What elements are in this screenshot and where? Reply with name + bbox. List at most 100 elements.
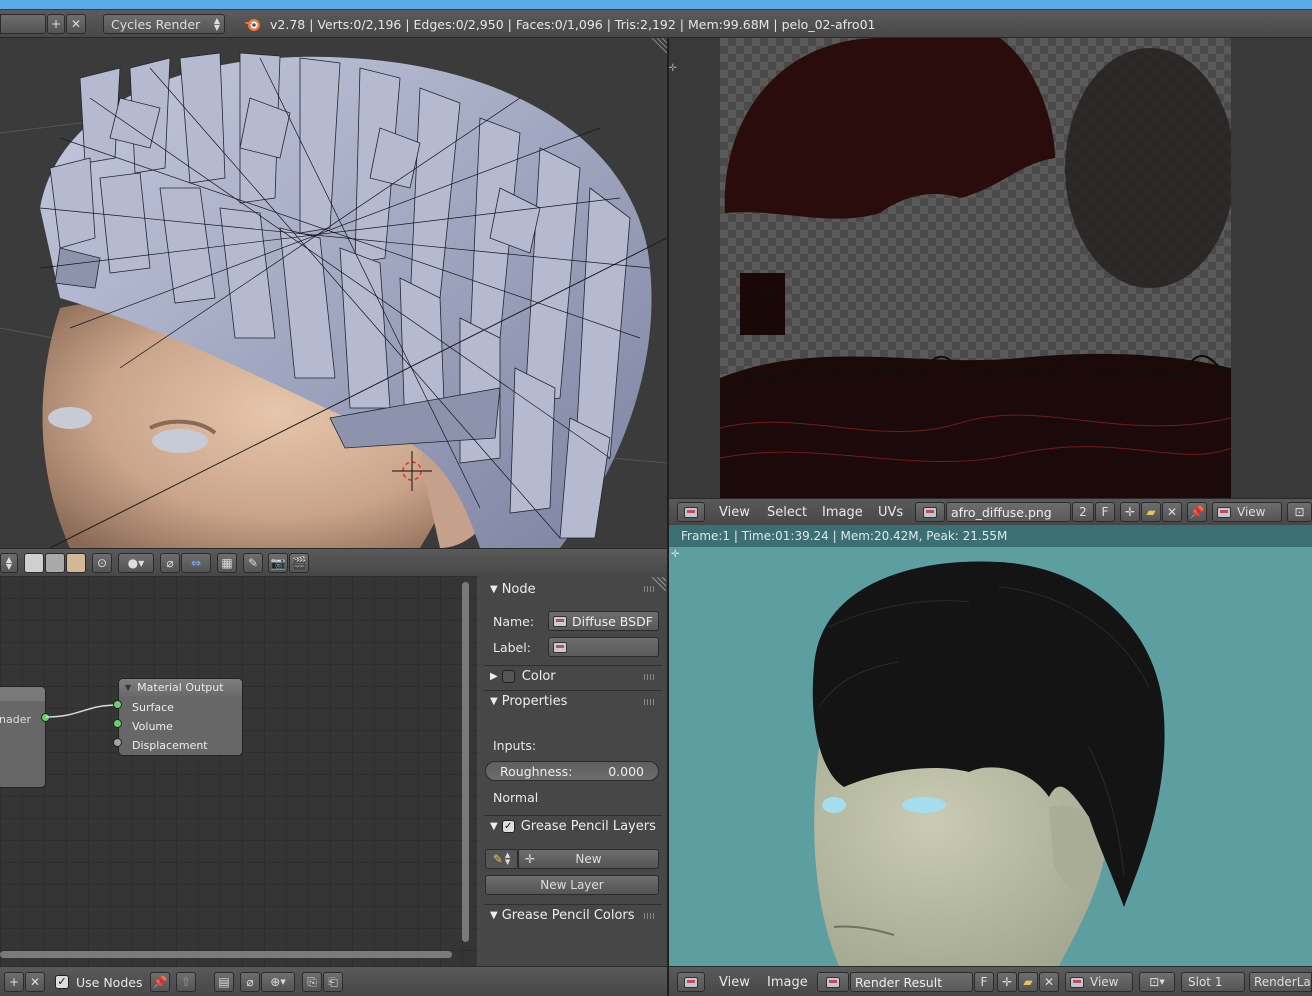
render-image-name-field[interactable]: Render Result: [850, 972, 973, 992]
snap-icon[interactable]: ⌀: [240, 972, 260, 992]
vertical-scrollbar[interactable]: [462, 582, 469, 942]
texture-canvas[interactable]: [720, 38, 1231, 498]
pivot-icon[interactable]: ⊙: [92, 553, 112, 573]
grease-pencil-layers-header[interactable]: ▼ ✓ Grease Pencil Layers: [484, 815, 662, 837]
layers-icon[interactable]: ▦: [217, 553, 237, 573]
render-snap-dropdown[interactable]: ⊡ ▼: [1139, 972, 1175, 992]
properties-section-header[interactable]: ▼ Properties: [484, 690, 662, 712]
render-image-browse-dropdown[interactable]: [817, 972, 849, 992]
grease-pencil-colors-header[interactable]: ▼ Grease Pencil Colors: [484, 904, 662, 926]
render-image-name-value: Render Result: [855, 974, 943, 990]
collapsed-triangle-icon: ▶: [490, 671, 498, 682]
delete-scene-button[interactable]: ✕: [66, 14, 86, 34]
pin-image-button[interactable]: 📌: [1187, 502, 1207, 522]
paste-nodes-icon[interactable]: ⎗: [323, 972, 343, 992]
image-name-value: afro_diffuse.png: [951, 504, 1052, 520]
scene-selector-field[interactable]: [0, 14, 46, 34]
material-output-node[interactable]: ▼ Material Output Surface Volume Displac…: [118, 678, 243, 756]
textured-shading-icon[interactable]: [45, 553, 65, 573]
uv-image-editor[interactable]: ✛ ✛: [669, 38, 1312, 498]
pin-icon[interactable]: 📌: [150, 972, 170, 992]
render-view-mode-dropdown[interactable]: View: [1065, 972, 1133, 992]
color-section-header[interactable]: ▶ Color: [484, 665, 662, 687]
add-material-button[interactable]: +: [4, 972, 24, 992]
render-result-view[interactable]: ✛: [669, 547, 1312, 966]
render-view-mode-label: View: [1090, 975, 1119, 989]
translate-icon[interactable]: ⇔: [181, 553, 211, 573]
collapse-triangle-icon: ▼: [125, 683, 132, 692]
unlink-image-button[interactable]: ✕: [1162, 502, 1182, 522]
copy-nodes-icon[interactable]: ⎘: [302, 972, 322, 992]
horizontal-scrollbar[interactable]: [0, 951, 452, 958]
node-name-field[interactable]: Diffuse BSDF: [548, 611, 659, 631]
render-engine-dropdown[interactable]: Cycles Render ▲ ▼: [103, 14, 225, 34]
go-parent-icon[interactable]: ⇧: [176, 972, 196, 992]
render-corner-plus-icon[interactable]: ✛: [671, 549, 679, 560]
render-animation-icon[interactable]: 🎬: [289, 553, 309, 573]
render-layer-dropdown[interactable]: RenderLay: [1249, 972, 1312, 992]
node-section-header[interactable]: ▼ Node: [484, 578, 662, 600]
render-slot-label: Slot 1: [1188, 975, 1223, 989]
displacement-input-socket[interactable]: [113, 738, 122, 747]
image-users-count[interactable]: 2: [1072, 502, 1094, 522]
render-editor-type-dropdown[interactable]: [677, 972, 705, 992]
render-new-image-button[interactable]: ✛: [997, 972, 1017, 992]
render-engine-label: Cycles Render: [111, 16, 201, 32]
volume-input-socket[interactable]: [113, 719, 122, 728]
color-checkbox[interactable]: [501, 670, 515, 683]
add-scene-button[interactable]: +: [47, 14, 65, 34]
grease-pencil-source-dropdown[interactable]: ✎ ▲ ▼: [485, 849, 518, 869]
render-unlink-image-button[interactable]: ✕: [1039, 972, 1059, 992]
proportional-edit-icon[interactable]: ✎: [243, 553, 263, 573]
render-open-image-button[interactable]: ▰: [1018, 972, 1038, 992]
normal-label: Normal: [493, 790, 539, 805]
manipulator-icon[interactable]: ⌀: [160, 553, 180, 573]
render-camera-icon[interactable]: 📷: [268, 553, 288, 573]
new-image-button[interactable]: ✛: [1120, 502, 1140, 522]
unlink-material-button[interactable]: ✕: [25, 972, 45, 992]
menu-view[interactable]: View: [719, 505, 750, 520]
mode-dropdown[interactable]: ▲ ▼: [0, 553, 18, 573]
menu-image[interactable]: Image: [822, 505, 863, 520]
render-menu-view[interactable]: View: [719, 975, 750, 990]
info-header: + ✕ Cycles Render ▲ ▼ v2.78 | Verts:0/2,1…: [0, 10, 1312, 38]
surface-input-socket[interactable]: [113, 700, 122, 709]
socket-volume-label: Volume: [132, 720, 173, 733]
editor-type-dropdown[interactable]: [677, 502, 705, 522]
drag-grip-icon[interactable]: [644, 673, 656, 680]
menu-select[interactable]: Select: [767, 505, 807, 520]
pencil-icon: ✎: [492, 852, 503, 866]
image-name-field[interactable]: afro_diffuse.png: [946, 502, 1071, 522]
render-slot-dropdown[interactable]: Slot 1: [1181, 972, 1245, 992]
shading-mode-dropdown[interactable]: ● ▼: [118, 553, 154, 573]
expand-triangle-icon: ▼: [490, 910, 498, 921]
drag-grip-icon[interactable]: [644, 912, 656, 919]
inputs-label: Inputs:: [493, 738, 537, 753]
new-button-label: New: [575, 852, 602, 866]
fake-user-button[interactable]: F: [1095, 502, 1115, 522]
uv-corner-plus-icon[interactable]: ✛ ✛: [669, 63, 677, 74]
snap-mode-dropdown[interactable]: ⊕ ▼: [261, 972, 295, 992]
use-nodes-label: Use Nodes: [76, 975, 143, 990]
render-menu-image[interactable]: Image: [767, 975, 808, 990]
drag-grip-icon[interactable]: [644, 698, 656, 705]
new-layer-label: New Layer: [540, 878, 604, 892]
uv-snap-icon[interactable]: ⊡: [1287, 502, 1312, 522]
render-fake-user-button[interactable]: F: [974, 972, 994, 992]
mode-view-dropdown[interactable]: View: [1212, 502, 1282, 522]
menu-uvs[interactable]: UVs: [878, 505, 903, 520]
new-grease-pencil-button[interactable]: ✛ New: [518, 849, 659, 869]
drag-grip-icon[interactable]: [644, 586, 656, 592]
grease-layers-checkbox[interactable]: ✓: [501, 820, 515, 833]
open-image-button[interactable]: ▰: [1141, 502, 1161, 522]
image-browse-dropdown[interactable]: [915, 502, 945, 522]
use-nodes-checkbox[interactable]: ✓: [55, 975, 69, 989]
backdrop-icon[interactable]: ▤: [214, 972, 234, 992]
node-label-field[interactable]: [548, 637, 659, 657]
material-shading-icon[interactable]: [66, 553, 86, 573]
new-layer-button[interactable]: New Layer: [485, 875, 659, 895]
roughness-slider[interactable]: Roughness: 0.000: [485, 761, 659, 781]
node-editor[interactable]: nader ▼ Material Output Surface Volume D…: [0, 576, 477, 966]
3d-viewport[interactable]: [0, 38, 667, 548]
solid-shading-icon[interactable]: [24, 553, 44, 573]
